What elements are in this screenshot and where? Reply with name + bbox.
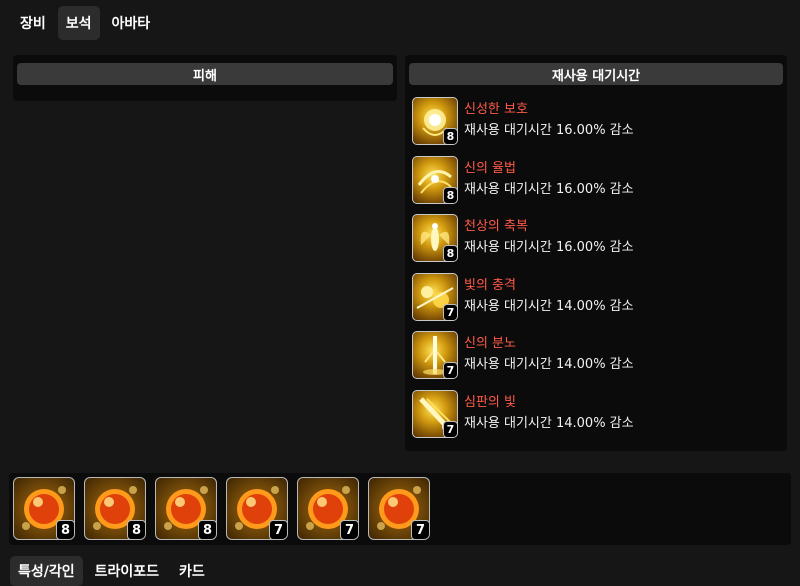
- damage-panel: 피해: [13, 55, 397, 101]
- damage-panel-header: 피해: [17, 63, 393, 85]
- gem-effect: 재사용 대기시간 16.00% 감소: [464, 181, 634, 197]
- gem-name: 신의 분노: [464, 336, 516, 351]
- divine-wrath-icon[interactable]: 7: [412, 331, 458, 379]
- divine-law-icon[interactable]: 8: [412, 155, 458, 204]
- gem-level-badge: 7: [269, 520, 287, 539]
- gem-effect: 재사용 대기시간 14.00% 감소: [464, 298, 634, 314]
- gem-level-badge: 8: [443, 186, 457, 203]
- gem-effect: 재사용 대기시간 14.00% 감소: [464, 357, 634, 372]
- gem-level-badge: 8: [443, 245, 457, 261]
- equipped-gem-strip: 8 8 8 7 7 7: [9, 473, 791, 545]
- gem-name: 빛의 충격: [464, 277, 516, 293]
- light-of-judgment-icon[interactable]: 7: [412, 389, 458, 438]
- gem-level-badge: 7: [443, 303, 457, 320]
- gem-level-badge: 7: [443, 420, 457, 437]
- tab-equipment[interactable]: 장비: [12, 6, 54, 40]
- cooldown-gem-icon[interactable]: 7: [368, 477, 430, 540]
- cooldown-panel: 재사용 대기시간 8 신성한 보호 재사용 대기시간 16.00% 감소 8 신…: [405, 55, 787, 451]
- character-detail-tabs: 특성/각인 트라이포드 카드: [10, 556, 213, 586]
- gem-level-badge: 8: [56, 520, 74, 539]
- equipment-tabs: 장비 보석 아바타: [12, 6, 158, 40]
- gem-name: 신의 율법: [464, 160, 516, 176]
- gem-name: 천상의 축복: [464, 219, 528, 234]
- cooldown-gem-icon[interactable]: 7: [226, 477, 288, 540]
- gem-level-badge: 7: [411, 520, 429, 539]
- cooldown-gem-icon[interactable]: 8: [84, 477, 146, 540]
- gem-level-badge: 8: [127, 520, 145, 539]
- tab-engravings[interactable]: 특성/각인: [10, 556, 83, 586]
- heavenly-blessing-icon[interactable]: 8: [412, 214, 458, 262]
- cooldown-gem-icon[interactable]: 8: [13, 477, 75, 540]
- gem-name: 신성한 보호: [464, 102, 528, 117]
- gem-level-badge: 8: [198, 520, 216, 539]
- gem-effect: 재사용 대기시간 16.00% 감소: [464, 240, 634, 255]
- gem-effect: 재사용 대기시간 16.00% 감소: [464, 123, 634, 138]
- gem-effect: 재사용 대기시간 14.00% 감소: [464, 415, 634, 431]
- cooldown-panel-header: 재사용 대기시간: [409, 63, 783, 85]
- cooldown-gem-icon[interactable]: 8: [155, 477, 217, 540]
- gem-level-badge: 8: [443, 128, 457, 144]
- tab-tripods[interactable]: 트라이포드: [87, 556, 167, 586]
- cooldown-gem-icon[interactable]: 7: [297, 477, 359, 540]
- light-shock-icon[interactable]: 7: [412, 272, 458, 321]
- gem-level-badge: 7: [340, 520, 358, 539]
- tab-gems[interactable]: 보석: [57, 6, 100, 40]
- tab-avatar[interactable]: 아바타: [104, 6, 159, 40]
- gem-level-badge: 7: [443, 362, 457, 378]
- tab-cards[interactable]: 카드: [171, 556, 213, 586]
- holy-protection-icon[interactable]: 8: [412, 97, 458, 145]
- gem-name: 심판의 빛: [464, 394, 516, 410]
